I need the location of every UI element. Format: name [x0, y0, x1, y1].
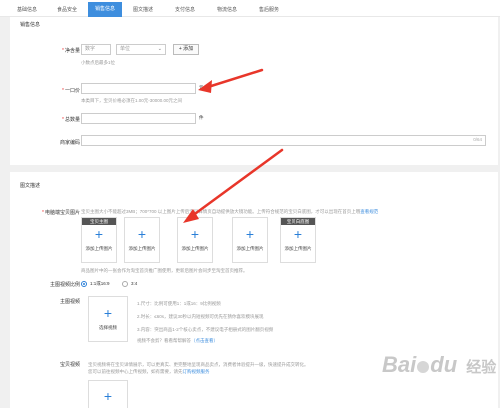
net-content-unit-select[interactable]: 单位 ⌄: [116, 44, 166, 55]
main-images-label: *电脑端宝贝图片: [42, 210, 80, 216]
main-video-upload[interactable]: + 选择视频: [88, 296, 128, 342]
plus-icon: +: [190, 226, 200, 242]
price-hint: 本类目下，宝贝价格必须在1.00元-30000.00元之间: [81, 98, 183, 103]
upload-slot-3[interactable]: + 添加上传图片: [177, 217, 213, 263]
main-video-help: 视频不会剪？看看帮帮解答（点击查看）: [137, 338, 218, 343]
net-content-add-button[interactable]: + 添加: [173, 44, 199, 55]
upload-caption: 选择视频: [99, 325, 117, 330]
plus-icon: +: [293, 226, 303, 242]
sales-section-title: 销售信息: [20, 22, 41, 28]
item-video-hint-1: 宝贝视频将在宝贝详情展示，可以更真实、更完整地呈现商品卖点，消费者体验提升一级，…: [88, 362, 309, 367]
main-images-note: 商品图片中的一张会作为淘宝首页推广图使用，更新后图片会同步至淘宝首页推荐。: [81, 268, 248, 273]
merchant-code-label: 商家编码: [59, 140, 80, 146]
upload-slot-main[interactable]: 宝贝主图 + 添加上传图片: [81, 217, 117, 263]
tab-basic-info[interactable]: 基础信息: [12, 3, 42, 17]
baidu-watermark: Bai du 经验: [382, 352, 497, 377]
net-content-hint: 小数点后最多1位: [81, 60, 116, 65]
plus-icon: +: [103, 388, 113, 404]
upload-slot-2[interactable]: + 添加上传图片: [124, 217, 160, 263]
upload-caption: 添加上传图片: [236, 246, 264, 251]
price-label: *一口价: [62, 88, 80, 94]
upload-caption: 添加上传图片: [284, 246, 312, 251]
upload-caption: 添加上传图片: [128, 246, 156, 251]
ratio-option-2: 3:4: [131, 281, 138, 286]
order-video-service-link[interactable]: 订购视频服务: [183, 369, 210, 374]
tab-after-sales[interactable]: 售后服务: [252, 3, 286, 17]
view-spec-link[interactable]: 查看规范: [360, 209, 378, 214]
price-input[interactable]: [81, 83, 196, 94]
tab-description[interactable]: 图文描述: [126, 3, 160, 17]
quantity-suffix: 件: [199, 115, 204, 120]
merchant-code-input[interactable]: 0/64: [81, 135, 486, 146]
plus-icon: +: [245, 226, 255, 242]
chevron-down-icon: ⌄: [157, 46, 162, 52]
upload-slot-4[interactable]: + 添加上传图片: [232, 217, 268, 263]
item-video-upload[interactable]: +: [88, 380, 128, 408]
sales-section: 销售信息 *净含量 数字 单位 ⌄ + 添加 小数点后最多1位 *一口价 元 本…: [10, 17, 498, 165]
price-suffix: 元: [199, 85, 204, 90]
tab-sales-info[interactable]: 销售信息: [88, 2, 122, 17]
net-content-number-input[interactable]: 数字: [81, 44, 111, 55]
main-video-rule-1: 1.尺寸：比例可使用1：1或16：9比例视频: [137, 301, 221, 306]
ratio-radio-2[interactable]: [122, 281, 128, 287]
upload-slot-white-bg[interactable]: 宝贝白底图 + 添加上传图片: [280, 217, 316, 263]
main-video-label: 主图视频: [59, 299, 80, 305]
quantity-input[interactable]: [81, 113, 196, 124]
item-video-label: 宝贝视频: [59, 362, 80, 368]
plus-icon: +: [94, 226, 104, 242]
help-link[interactable]: （点击查看）: [191, 338, 218, 343]
description-section-title: 图文描述: [20, 183, 41, 189]
main-video-rule-3: 3.内容：突出商品1-2个核心卖点，不建议电子相册式的图片翻页视频: [137, 327, 274, 332]
video-ratio-label: 主图视频比例: [49, 282, 80, 288]
upload-caption: 添加上传图片: [181, 246, 209, 251]
quantity-label: *总数量: [62, 117, 80, 123]
net-content-label: *净含量: [62, 48, 80, 54]
main-images-hint: 宝贝主图大小不能超过3MB；700*700 以上图片上传后宝贝详情页自动提供放大…: [81, 209, 379, 214]
upload-caption: 添加上传图片: [85, 246, 113, 251]
ratio-option-1: 1:1或16:9: [90, 281, 110, 286]
ratio-radio-1[interactable]: [81, 281, 87, 287]
tab-payment[interactable]: 支付信息: [168, 3, 202, 17]
plus-icon: +: [103, 305, 113, 321]
item-video-hint-2: 您可以前往视频中心上传视频，如有需要，请先订购视频服务: [88, 369, 210, 374]
paw-icon: [417, 361, 430, 373]
upload-slot-tag: 宝贝主图: [82, 218, 116, 225]
tab-bar: 基础信息 食品安全 销售信息 图文描述 支付信息 物流信息 售后服务: [0, 0, 500, 17]
tab-logistics[interactable]: 物流信息: [210, 3, 244, 17]
merchant-code-counter: 0/64: [473, 137, 482, 142]
plus-icon: +: [137, 226, 147, 242]
tab-food-safety[interactable]: 食品安全: [52, 3, 82, 17]
main-video-rule-2: 2.时长：≤60s，建议30秒以内短视频可优先在猜你喜欢模块展现: [137, 314, 264, 319]
upload-slot-tag: 宝贝白底图: [281, 218, 315, 225]
